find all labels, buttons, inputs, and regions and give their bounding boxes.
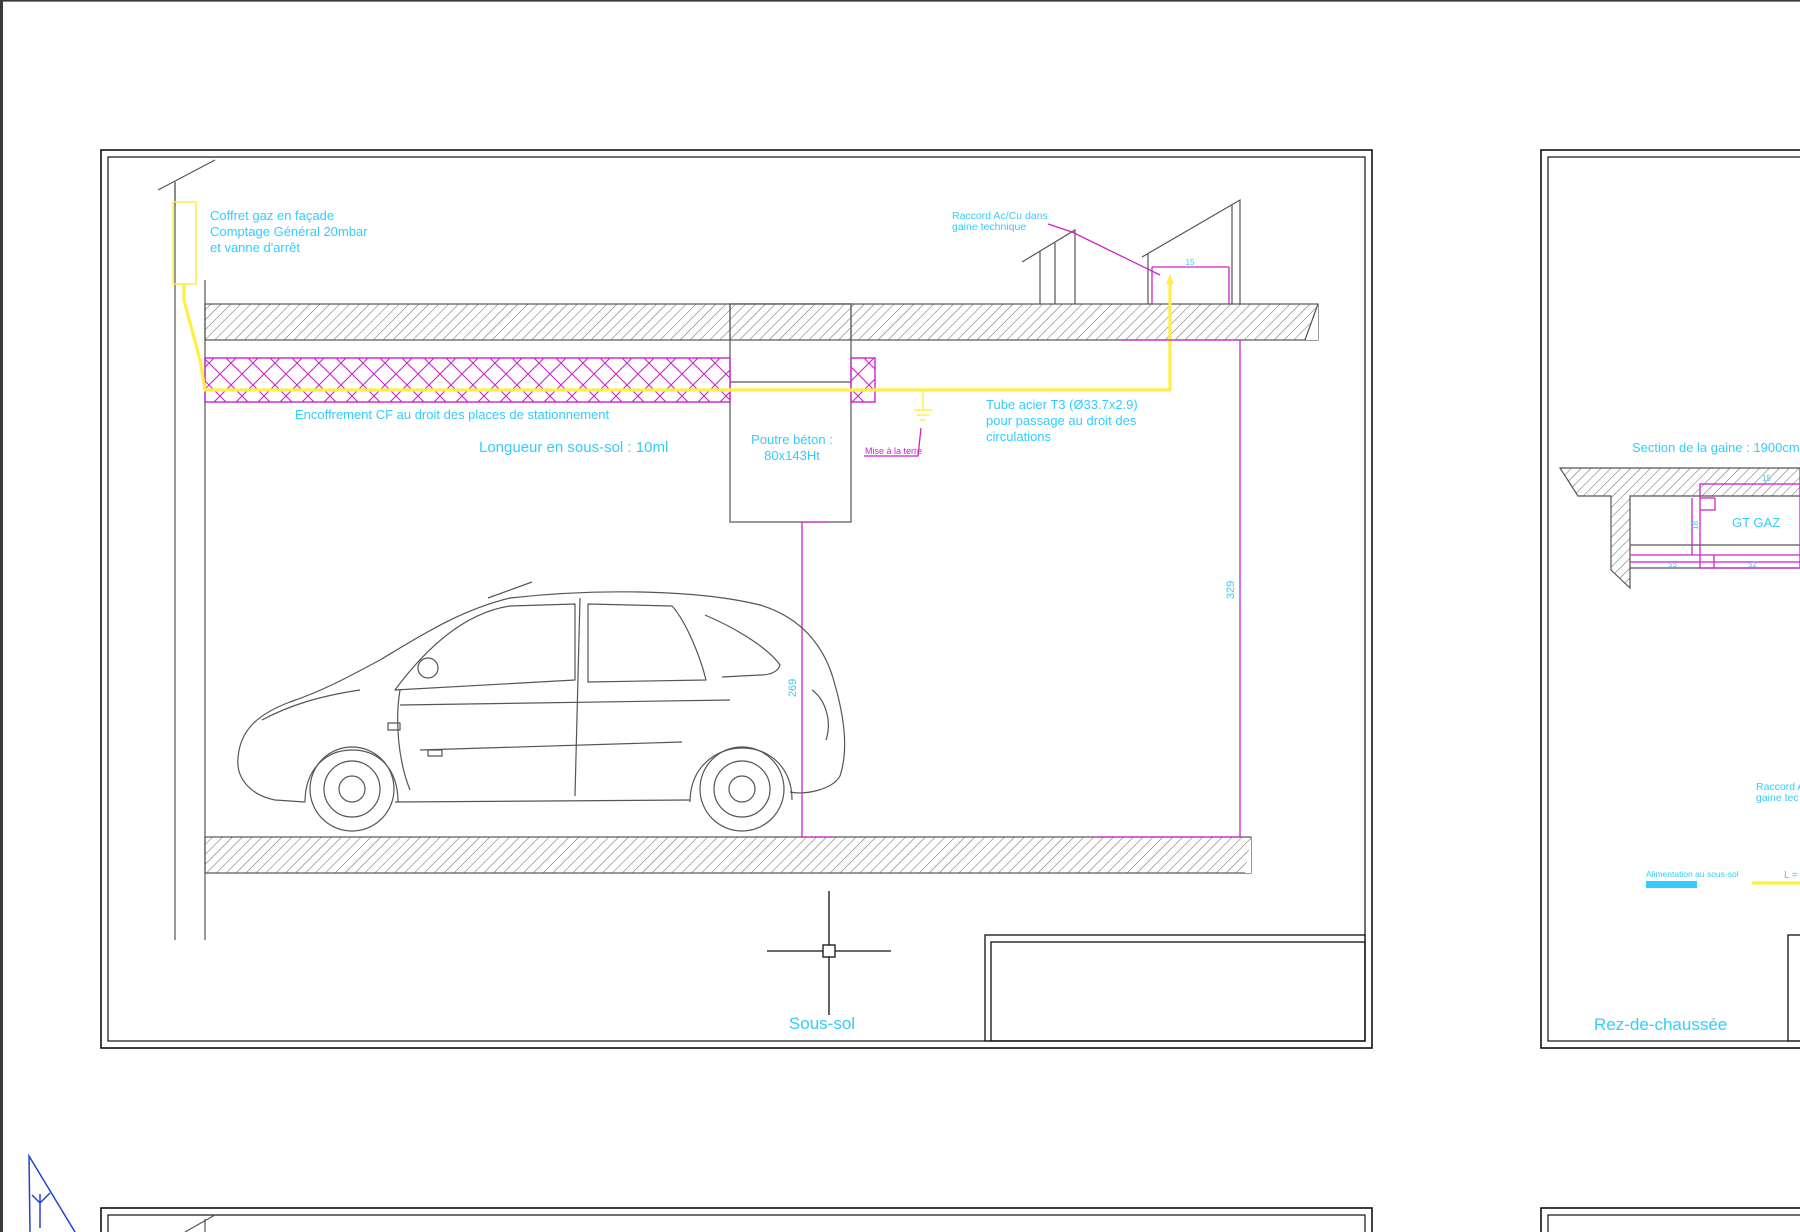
gf-raccord-line2: gaine tec (1756, 792, 1799, 804)
encoffrement-label: Encoffrement CF au droit des places de s… (295, 407, 609, 422)
tube-note-line2: pour passage au droit des (986, 413, 1137, 428)
poutre-label-line1: Poutre béton : (751, 432, 833, 447)
longueur-label: Longueur en sous-sol : 10ml (479, 439, 668, 456)
mise-a-la-terre-label: Mise à la terre (865, 446, 922, 456)
crosshair-cursor[interactable] (767, 891, 891, 1015)
gf-dim-15: 15 (1762, 474, 1771, 483)
coffret-note-line2: Comptage Général 20mbar (210, 224, 368, 239)
basement-viewport-frame[interactable] (100, 149, 1373, 1049)
alimentation-legend-swatch (1646, 881, 1697, 888)
ground-floor-viewport-frame[interactable] (1540, 149, 1800, 1049)
view-title-rez-de-chaussee[interactable]: Rez-de-chaussée (1594, 1015, 1727, 1034)
gf-dim-55: 55 (1668, 560, 1677, 569)
gf-dim-18: 18 (1691, 521, 1700, 530)
coffret-note-line1: Coffret gaz en façade (210, 208, 334, 223)
dim-269: 269 (787, 679, 799, 697)
gf-length-label: L = (1784, 870, 1798, 881)
cad-drawing-canvas[interactable]: Coffret gaz en façade Comptage Général 2… (0, 0, 1800, 1232)
section-gaine-label: Section de la gaine : 1900cm² (1632, 440, 1800, 455)
poutre-label-line2: 80x143Ht (764, 448, 820, 463)
earth-symbol (914, 390, 932, 421)
car-outline (237, 581, 846, 832)
tube-note-line1: Tube acier T3 (Ø33.7x2.9) (986, 397, 1138, 412)
gas-cabinet[interactable] (172, 201, 197, 285)
basement-view: Coffret gaz en façade Comptage Général 2… (100, 149, 1373, 1049)
alimentation-label: Alimentation au sous-sol (1646, 869, 1739, 879)
coffret-note-line3: et vanne d'arrêt (210, 240, 300, 255)
model-space-border (0, 0, 1800, 1232)
lower-viewports (100, 1207, 1800, 1232)
title-block (984, 934, 1366, 1042)
roof-outline (1021, 198, 1241, 304)
raccord-note-line2: gaine technique (952, 221, 1026, 233)
gt-gaz-label: GT GAZ (1732, 515, 1780, 530)
dim-15: 15 (1186, 258, 1195, 267)
facade-wall (157, 159, 216, 940)
concrete-beam[interactable] (729, 303, 852, 523)
floor-slab (204, 836, 1252, 874)
view-title-sous-sol[interactable]: Sous-sol (789, 1014, 855, 1033)
dim-329: 329 (1225, 581, 1237, 599)
ground-floor-view: Section de la gaine : 1900cm² GT GAZ 15 … (1540, 149, 1800, 1049)
gf-dim-52: 52 (1748, 560, 1757, 569)
ucs-icon (28, 1153, 76, 1232)
tube-note-line3: circulations (986, 429, 1052, 444)
